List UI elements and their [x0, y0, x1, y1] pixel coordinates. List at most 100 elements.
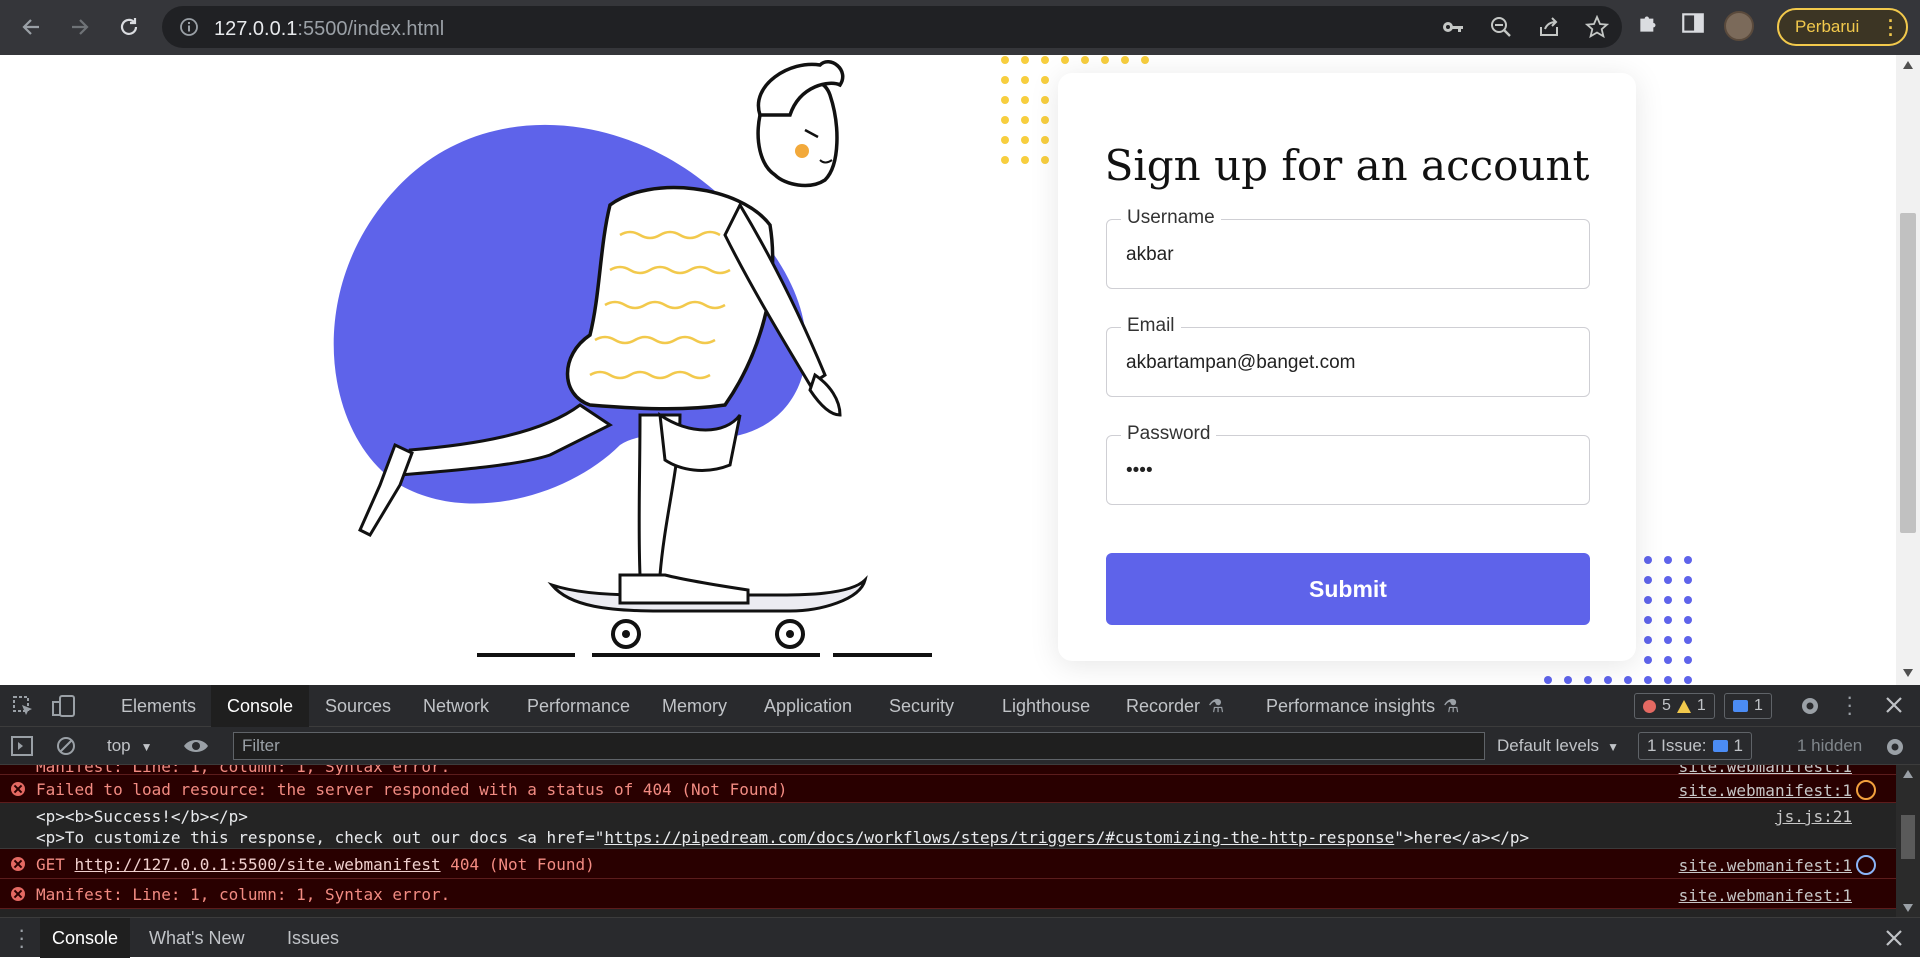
signup-card: Sign up for an account Username akbar Em…: [1058, 73, 1636, 661]
console-row: GET http://127.0.0.1:5500/site.webmanife…: [0, 849, 1896, 879]
tab-performance-insights[interactable]: Performance insights ⚗: [1266, 685, 1459, 727]
scroll-down-icon: [1903, 669, 1913, 677]
tab-sources[interactable]: Sources: [325, 685, 391, 727]
skateboarder-illustration: [333, 60, 932, 657]
share-icon[interactable]: [1536, 14, 1562, 40]
inspect-element-icon[interactable]: [12, 695, 34, 722]
close-devtools-icon[interactable]: [1884, 695, 1904, 720]
source-link[interactable]: js.js:21: [1775, 807, 1852, 826]
back-arrow-icon: [22, 19, 39, 35]
console-row: <p><b>Success!</b></p> <p>To customize t…: [0, 803, 1896, 849]
forward-button[interactable]: [63, 10, 97, 44]
page-scrollbar[interactable]: [1896, 55, 1920, 685]
profile-avatar[interactable]: [1724, 10, 1754, 41]
tab-memory[interactable]: Memory: [662, 685, 727, 727]
clear-console-icon[interactable]: [56, 736, 76, 761]
warning-icon: [1676, 699, 1691, 713]
flask-icon: ⚗: [1208, 695, 1225, 716]
tab-application[interactable]: Application: [764, 685, 852, 727]
username-field[interactable]: Username akbar: [1106, 207, 1590, 289]
tab-security[interactable]: Security: [889, 685, 954, 727]
submit-button[interactable]: Submit: [1106, 553, 1590, 625]
device-toolbar-icon[interactable]: [52, 695, 76, 722]
console-filter-input[interactable]: Filter: [233, 732, 1485, 760]
username-label: Username: [1121, 207, 1221, 229]
settings-gear-icon[interactable]: [1799, 695, 1821, 722]
password-input[interactable]: ••••: [1126, 460, 1153, 482]
issue-icon: [1712, 740, 1728, 752]
email-field[interactable]: Email akbartampan@banget.com: [1106, 315, 1590, 397]
request-url-link[interactable]: http://127.0.0.1:5500/site.webmanifest: [75, 855, 441, 874]
devtools-tabbar: Elements Console Sources Network Perform…: [0, 685, 1920, 727]
flask-icon: ⚗: [1443, 695, 1460, 716]
reload-icon: [120, 18, 138, 35]
url-text: 127.0.0.1:5500/index.html: [214, 18, 445, 40]
scroll-up-icon: [1903, 61, 1913, 69]
console-scrollbar[interactable]: [1896, 765, 1920, 917]
page-scroll-thumb[interactable]: [1900, 213, 1916, 533]
docs-link[interactable]: https://pipedream.com/docs/workflows/ste…: [604, 828, 1394, 847]
live-expression-eye-icon[interactable]: [183, 736, 209, 761]
front-shoe: [618, 573, 750, 605]
browser-toolbar: 127.0.0.1:5500/index.html Perbarui · · ·: [0, 0, 1920, 55]
address-bar[interactable]: 127.0.0.1:5500/index.html: [162, 6, 1622, 48]
context-selector[interactable]: top ▼: [107, 736, 153, 756]
error-warning-counter[interactable]: 5 1: [1634, 693, 1715, 719]
error-icon: [11, 887, 25, 901]
console-row: Manifest: Line: 1, column: 1, Syntax err…: [0, 765, 1896, 776]
console-settings-gear-icon[interactable]: [1884, 736, 1906, 763]
cheek: [795, 144, 809, 158]
source-link[interactable]: site.webmanifest:1: [1679, 856, 1852, 875]
hand: [808, 372, 842, 417]
log-levels-dropdown[interactable]: Default levels ▼: [1497, 736, 1619, 756]
tab-performance[interactable]: Performance: [527, 685, 630, 727]
drawer-tab-issues[interactable]: Issues: [287, 918, 339, 958]
dropdown-caret-icon: ▼: [140, 740, 153, 754]
source-link[interactable]: site.webmanifest:1: [1679, 886, 1852, 905]
page-viewport: Sign up for an account Username akbar Em…: [0, 55, 1920, 685]
console-messages: Manifest: Line: 1, column: 1, Syntax err…: [0, 765, 1896, 917]
back-button[interactable]: [14, 10, 48, 44]
reload-button[interactable]: [112, 10, 146, 44]
key-icon[interactable]: [1440, 14, 1466, 40]
scroll-up-icon: [1903, 770, 1913, 778]
drawer-tab-whats-new[interactable]: What's New: [149, 918, 244, 958]
form-title: Sign up for an account: [1104, 141, 1590, 190]
error-icon: [11, 782, 25, 796]
update-label: Perbarui: [1795, 17, 1860, 36]
username-input[interactable]: akbar: [1126, 244, 1174, 266]
password-field[interactable]: Password ••••: [1106, 423, 1590, 505]
drawer-tab-console[interactable]: Console: [40, 918, 131, 958]
tab-network[interactable]: Network: [423, 685, 489, 727]
close-drawer-icon[interactable]: [1884, 928, 1904, 953]
issues-counter-button[interactable]: 1 Issue: 1: [1638, 732, 1753, 760]
info-icon: [180, 18, 198, 36]
bookmark-star-icon[interactable]: [1584, 14, 1610, 40]
password-label: Password: [1121, 423, 1217, 445]
message-counter[interactable]: 1: [1724, 693, 1772, 719]
sidebar-toggle-icon[interactable]: [11, 736, 33, 761]
console-toolbar: top ▼ Filter Default levels ▼ 1 Issue: 1 1 …: [0, 727, 1920, 765]
hidden-count: 1 hidden: [1797, 736, 1863, 755]
tab-lighthouse[interactable]: Lighthouse: [1002, 685, 1090, 727]
email-input[interactable]: akbartampan@banget.com: [1126, 352, 1355, 374]
tab-console[interactable]: Console: [211, 685, 310, 727]
console-scroll-thumb[interactable]: [1901, 815, 1915, 859]
network-request-icon[interactable]: [1856, 780, 1876, 800]
extensions-puzzle-icon[interactable]: [1636, 10, 1662, 41]
email-label: Email: [1121, 315, 1181, 337]
tab-recorder[interactable]: Recorder ⚗: [1126, 685, 1224, 727]
error-icon: [11, 857, 25, 871]
update-button[interactable]: Perbarui · · ·: [1777, 8, 1908, 46]
more-kebab-icon[interactable]: · · ·: [1846, 686, 1853, 724]
source-link[interactable]: site.webmanifest:1: [1679, 781, 1852, 800]
error-icon: [1643, 699, 1656, 713]
zoom-out-icon[interactable]: [1488, 14, 1514, 40]
side-panel-icon[interactable]: [1680, 10, 1706, 41]
network-request-icon[interactable]: [1856, 855, 1876, 875]
tab-elements[interactable]: Elements: [121, 685, 196, 727]
message-icon: [1733, 700, 1748, 712]
dropdown-caret-icon: ▼: [1607, 740, 1619, 754]
menu-kebab-icon[interactable]: · · ·: [1888, 12, 1894, 44]
drawer-menu-kebab-icon[interactable]: · · ·: [18, 919, 25, 957]
